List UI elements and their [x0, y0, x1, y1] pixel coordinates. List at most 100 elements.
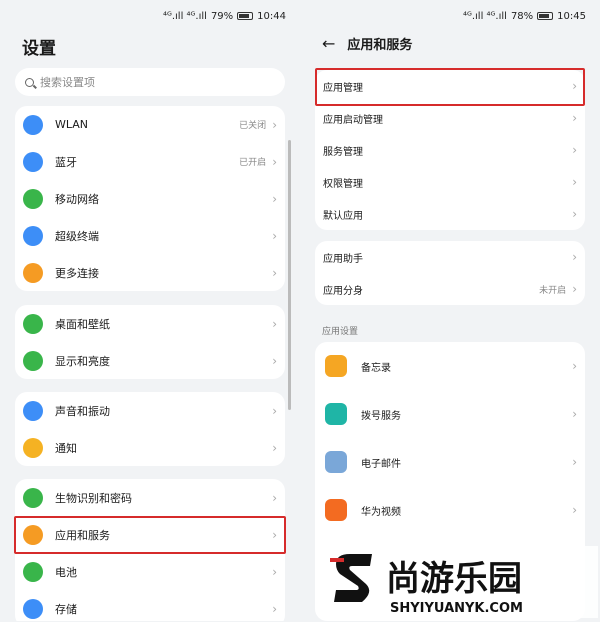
settings-item[interactable]: 生物识别和密码 › — [15, 479, 285, 516]
menu-item-label: 应用启动管理 — [323, 114, 383, 126]
chevron-right-icon: › — [272, 117, 277, 132]
app-item[interactable]: 备忘录 › — [315, 342, 585, 390]
settings-item-label: 桌面和壁纸 — [55, 317, 110, 331]
battery-icon — [537, 12, 554, 20]
app-item[interactable]: 拨号服务 › — [315, 390, 585, 438]
chevron-right-icon: › — [272, 353, 277, 368]
chevron-right-icon: › — [572, 207, 577, 221]
display-icon — [23, 350, 43, 371]
wifi-icon — [23, 114, 43, 135]
search-placeholder: 搜索设置项 — [40, 76, 95, 89]
settings-item[interactable]: 蓝牙 已开启 › — [15, 143, 285, 180]
settings-item-label: 蓝牙 — [55, 155, 77, 169]
battery-percent: 79% — [210, 10, 234, 22]
chevron-right-icon: › — [272, 564, 277, 579]
settings-item[interactable]: 电池 › — [15, 553, 285, 590]
menu-item-label: 应用助手 — [323, 253, 363, 265]
app-item-label: 华为视频 — [361, 506, 401, 518]
header: ← 应用和服务 — [322, 34, 412, 53]
settings-item[interactable]: 移动网络 › — [15, 180, 285, 217]
settings-item-label: 电池 — [55, 565, 77, 579]
link-icon — [23, 262, 43, 283]
clock: 10:45 — [557, 10, 586, 22]
battery-icon — [237, 12, 254, 20]
settings-item-label: 移动网络 — [55, 192, 99, 206]
menu-item[interactable]: 应用分身 未开启 › — [315, 273, 585, 305]
settings-item-label: 超级终端 — [55, 229, 99, 243]
settings-item[interactable]: 桌面和壁纸 › — [15, 305, 285, 342]
key-icon — [23, 487, 43, 508]
settings-item-value: 已开启 — [239, 158, 267, 168]
apps-services-screen: ⁴ᴳ.ıll ⁴ᴳ.ıll 78% 10:45 ← 应用和服务 应用管理 › 应用启… — [300, 0, 600, 621]
scrollbar[interactable] — [288, 140, 291, 410]
highlight-box — [315, 68, 585, 106]
settings-item[interactable]: 存储 › — [15, 590, 285, 621]
menu-item-label: 权限管理 — [323, 178, 363, 190]
chevron-right-icon: › — [572, 143, 577, 157]
bluetooth-icon — [23, 151, 43, 172]
mail-icon — [325, 451, 347, 473]
menu-item[interactable]: 权限管理 › — [315, 166, 585, 198]
settings-item-label: WLAN — [55, 118, 89, 131]
app-item-label: 电子邮件 — [361, 458, 401, 470]
chevron-right-icon: › — [272, 403, 277, 418]
app-item[interactable]: 电子邮件 › — [315, 438, 585, 486]
wallpaper-icon — [23, 313, 43, 334]
settings-item[interactable]: 声音和振动 › — [15, 392, 285, 429]
helper-group: 应用助手 › 应用分身 未开启 › — [315, 241, 585, 305]
settings-item-label: 通知 — [55, 441, 77, 455]
menu-item[interactable]: 服务管理 › — [315, 134, 585, 166]
menu-item[interactable]: 默认应用 › — [315, 198, 585, 230]
menu-item[interactable]: 应用启动管理 › — [315, 102, 585, 134]
chevron-right-icon: › — [572, 407, 577, 421]
bell-icon — [23, 437, 43, 458]
settings-item[interactable]: 更多连接 › — [15, 254, 285, 291]
clock: 10:44 — [257, 10, 286, 22]
watermark-url: SHYIYUANYK.COM — [390, 601, 523, 616]
chevron-right-icon: › — [272, 601, 277, 616]
settings-item-label: 生物识别和密码 — [55, 491, 132, 505]
section-label: 应用设置 — [322, 327, 359, 337]
storage-icon — [23, 598, 43, 619]
memo-icon — [325, 355, 347, 377]
menu-item-value: 未开启 — [539, 285, 567, 296]
menu-item[interactable]: 应用助手 › — [315, 241, 585, 273]
back-arrow-icon[interactable]: ← — [322, 34, 335, 53]
settings-item-value: 已关闭 — [239, 121, 267, 131]
settings-item[interactable]: 通知 › — [15, 429, 285, 466]
mobile-network-icon — [23, 188, 43, 209]
chevron-right-icon: › — [272, 191, 277, 206]
app-item-label: 备忘录 — [361, 362, 391, 374]
chevron-right-icon: › — [572, 455, 577, 469]
settings-item[interactable]: 超级终端 › — [15, 217, 285, 254]
chevron-right-icon: › — [272, 154, 277, 169]
chevron-right-icon: › — [272, 490, 277, 505]
display-group: 桌面和壁纸 › 显示和亮度 › — [15, 305, 285, 379]
chevron-right-icon: › — [572, 250, 577, 264]
signal-icon: ⁴ᴳ.ıll ⁴ᴳ.ıll — [162, 10, 207, 22]
settings-item-label: 存储 — [55, 602, 77, 616]
video-icon — [325, 499, 347, 521]
app-item[interactable]: 华为视频 › — [315, 486, 585, 534]
highlight-box — [14, 516, 286, 554]
menu-item-label: 服务管理 — [323, 146, 363, 158]
settings-item-label: 声音和振动 — [55, 404, 110, 418]
settings-item-label: 更多连接 — [55, 266, 99, 280]
sound-icon — [23, 400, 43, 421]
signal-icon: ⁴ᴳ.ıll ⁴ᴳ.ıll — [462, 10, 507, 22]
settings-item-label: 显示和亮度 — [55, 354, 110, 368]
chevron-right-icon: › — [572, 359, 577, 373]
chevron-right-icon: › — [572, 282, 577, 296]
settings-item[interactable]: 显示和亮度 › — [15, 342, 285, 379]
super-device-icon — [23, 225, 43, 246]
phone-icon — [325, 403, 347, 425]
page-title: 设置 — [22, 39, 56, 59]
chevron-right-icon: › — [272, 440, 277, 455]
status-bar: ⁴ᴳ.ıll ⁴ᴳ.ıll 79% 10:44 — [163, 8, 286, 24]
page-title: 应用和服务 — [347, 38, 413, 53]
watermark-logo: 尚游乐园 SHYIYUANYK.COM — [322, 546, 598, 618]
watermark: 尚游乐园 SHYIYUANYK.COM — [322, 546, 598, 618]
settings-item[interactable]: WLAN 已关闭 › — [15, 106, 285, 143]
search-input[interactable]: 搜索设置项 — [15, 68, 285, 96]
chevron-right-icon: › — [272, 265, 277, 280]
